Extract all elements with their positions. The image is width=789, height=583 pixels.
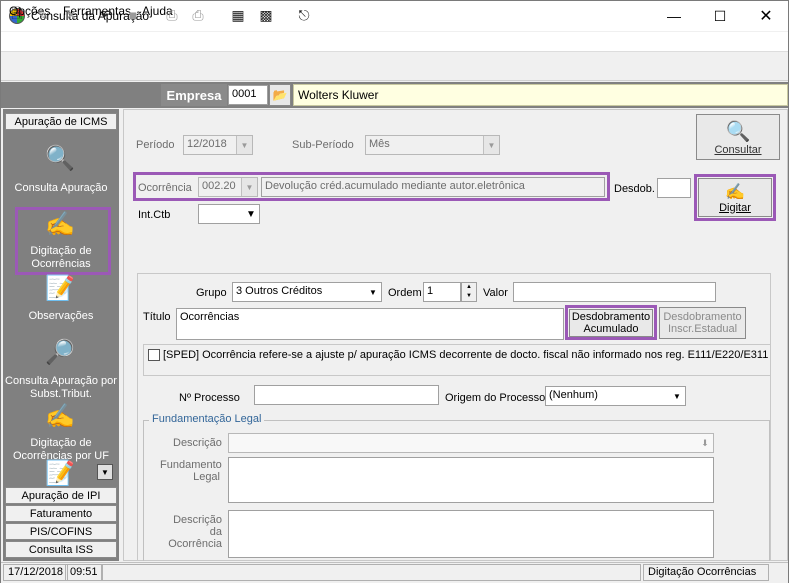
chevron-down-icon: ▼	[365, 283, 381, 301]
nprocesso-field[interactable]	[254, 385, 439, 405]
chevron-down-icon: ▼	[241, 178, 257, 196]
subperiodo-value: Mês	[369, 138, 390, 150]
magnifier-computer-icon: 🔍	[725, 120, 751, 143]
status-message	[101, 564, 641, 581]
magnifier-computer-icon[interactable]: 🔍	[43, 143, 77, 173]
sidebar-item-observacoes[interactable]: Observações	[5, 310, 117, 323]
desdob-inscr-button[interactable]: Desdobramento Inscr.Estadual	[659, 307, 746, 339]
hand-writing-icon: ✍	[725, 183, 745, 201]
periodo-select[interactable]: 12/2018 ▼	[183, 135, 253, 155]
nprocesso-label: Nº Processo	[179, 392, 240, 404]
chevron-down-icon: ▼	[236, 136, 252, 154]
diary-icon[interactable]: ▩	[255, 5, 277, 25]
scroll-down-icon[interactable]: ▼	[97, 464, 113, 480]
sidebar-tab-apuracao-ipi[interactable]: Apuração de IPI	[5, 487, 117, 504]
origem-value: (Nenhum)	[549, 389, 598, 401]
main-window: Consulta da Apuração — ☐ ✕ Opções Ferram…	[0, 0, 789, 583]
desc-ocorrencia-textarea[interactable]	[228, 510, 714, 558]
calculator-icon[interactable]: ▦	[227, 5, 249, 25]
sidebar-tab-pis-cofins[interactable]: PIS/COFINS	[5, 523, 117, 540]
consultar-label: Consultar	[714, 143, 762, 156]
origem-select[interactable]: (Nenhum) ▼	[545, 386, 686, 406]
digitar-label: Digitar	[719, 201, 751, 214]
status-screen: Digitação Ocorrências	[643, 564, 769, 581]
periodo-value: 12/2018	[187, 138, 227, 150]
ocorrencia-code-select[interactable]: 002.20 ▼	[198, 177, 258, 197]
toolbar	[1, 53, 788, 81]
intctb-select[interactable]: ▼	[198, 204, 260, 224]
print-icon[interactable]: ⎙	[161, 5, 183, 25]
status-date: 17/12/2018	[3, 564, 69, 581]
periodo-label: Período	[136, 139, 175, 151]
desdob-field[interactable]	[657, 178, 691, 198]
stop-icon[interactable]: ■	[122, 5, 144, 25]
sidebar-tab-faturamento[interactable]: Faturamento	[5, 505, 117, 522]
subperiodo-label: Sub-Período	[292, 139, 354, 151]
grupo-select[interactable]: 3 Outros Créditos ▼	[232, 282, 382, 302]
empresa-label: Empresa	[161, 84, 227, 106]
valor-field[interactable]	[513, 282, 716, 302]
titulo-label: Título	[143, 311, 171, 323]
descricao-label: Descrição	[173, 437, 222, 449]
origem-label: Origem do Processo	[445, 392, 546, 404]
edit-icon[interactable]: ✎	[32, 5, 54, 25]
status-time: 09:51	[65, 564, 103, 581]
minimize-button[interactable]: —	[651, 1, 697, 31]
st-magnifier-icon[interactable]: 🔎	[43, 337, 77, 367]
grupo-value: 3 Outros Créditos	[236, 285, 323, 297]
folder-open-icon[interactable]: 📂	[269, 84, 291, 106]
ordem-spinner[interactable]: ▲ ▼	[461, 282, 477, 302]
fundamento-textarea[interactable]	[228, 457, 714, 503]
sidebar-tab-apuracao-icms[interactable]: Apuração de ICMS	[5, 113, 117, 130]
chevron-down-icon: ▼	[483, 136, 499, 154]
sidebar-tab-consulta-iss[interactable]: Consulta ISS	[5, 541, 117, 558]
delete-icon[interactable]: ✕	[60, 5, 82, 25]
chevron-down-icon: ▼	[243, 205, 259, 223]
ordem-field[interactable]: 1	[423, 282, 461, 302]
sidebar: Apuração de ICMS 🔍 Consulta Apuração ✍ D…	[3, 109, 119, 561]
subperiodo-select[interactable]: Mês ▼	[365, 135, 500, 155]
undo-icon[interactable]: ↶	[96, 5, 118, 25]
exit-door-icon[interactable]: ⎋	[293, 5, 315, 25]
descricao-select[interactable]: ⬇	[228, 433, 714, 453]
notepad-icon[interactable]: 📝	[43, 273, 77, 303]
ordem-label: Ordem	[388, 287, 422, 299]
intctb-label: Int.Ctb	[138, 209, 171, 221]
desc-ocorrencia-label: Descrição da Ocorrência	[168, 514, 222, 550]
ocorrencia-desc-field: Devolução créd.acumulado mediante autor.…	[261, 177, 605, 197]
close-button[interactable]: ✕	[743, 1, 789, 31]
empresa-code-field[interactable]: 0001	[228, 85, 268, 105]
sidebar-item-consulta-subst[interactable]: Consulta Apuração por Subst.Tribut.	[5, 375, 117, 401]
ocorrencia-label: Ocorrência	[138, 182, 192, 194]
maximize-button[interactable]: ☐	[697, 1, 743, 31]
digitar-button[interactable]: ✍ Digitar	[698, 178, 772, 217]
highlight-sidebar-digitacao	[15, 207, 111, 275]
empresa-name-field: Wolters Kluwer	[293, 84, 788, 106]
chevron-down-icon: ⬇	[697, 434, 713, 452]
st-writing-icon[interactable]: ✍	[43, 401, 77, 431]
consultar-button[interactable]: 🔍 Consultar	[696, 114, 780, 160]
desdob-label: Desdob.	[614, 183, 655, 195]
grupo-label: Grupo	[196, 287, 227, 299]
desdob-acumulado-button[interactable]: Desdobramento Acumulado	[569, 309, 653, 337]
print-preview-icon[interactable]: ⎙	[187, 5, 209, 25]
sped-checkbox[interactable]	[148, 349, 160, 361]
sidebar-item-consulta-apuracao[interactable]: Consulta Apuração	[5, 182, 117, 195]
fundamento-label: Fundamento Legal	[160, 459, 222, 483]
ocorrencia-code-value: 002.20	[202, 180, 236, 192]
titulo-field[interactable]: Ocorrências	[176, 308, 564, 340]
fundamentacao-title: Fundamentação Legal	[149, 413, 265, 425]
sped-label: [SPED] Ocorrência refere-se a ajuste p/ …	[163, 349, 769, 361]
menu-bar	[1, 32, 788, 52]
new-document-icon[interactable]: 🗎	[6, 5, 28, 25]
valor-label: Valor	[483, 287, 508, 299]
notepad-icon[interactable]: 📝	[43, 460, 77, 487]
chevron-down-icon: ▼	[669, 387, 685, 405]
